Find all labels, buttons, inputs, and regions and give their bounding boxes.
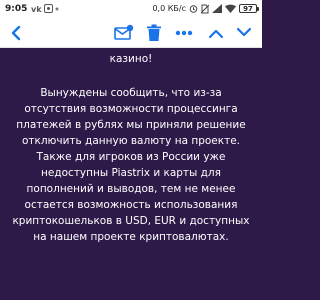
- prev-button[interactable]: [204, 21, 228, 45]
- vk-icon: vk: [31, 4, 42, 13]
- status-bar: 9:05 vk 0,0 КБ/с 97: [0, 0, 262, 17]
- status-right: 0,0 КБ/с 97: [152, 4, 259, 14]
- mark-unread-button[interactable]: [112, 21, 136, 45]
- next-button[interactable]: [232, 21, 256, 45]
- message-paragraph-top: казино!: [109, 53, 153, 65]
- mark-unread-icon: [114, 24, 134, 40]
- prev-icon: [208, 29, 224, 39]
- back-button[interactable]: [4, 21, 28, 45]
- notification-icon: [44, 4, 54, 13]
- delete-button[interactable]: [142, 21, 166, 45]
- signal-icon: [212, 4, 222, 13]
- back-icon: [11, 25, 21, 41]
- alarm-icon: [189, 4, 198, 13]
- message-body: казино! Вынуждены сообщить, что из-за от…: [0, 48, 262, 300]
- more-button[interactable]: [172, 21, 196, 45]
- battery-icon: 97: [239, 4, 259, 13]
- dot-icon: [55, 7, 59, 11]
- no-sim-icon: [201, 4, 209, 14]
- status-time: 9:05: [5, 3, 28, 14]
- wifi-icon: [225, 4, 236, 13]
- more-icon: [175, 30, 193, 36]
- message-paragraph-main: Вынуждены сообщить, что из-за отсутствия…: [12, 87, 250, 243]
- delete-icon: [147, 24, 161, 41]
- svg-text:vk: vk: [31, 5, 42, 13]
- next-icon: [236, 27, 252, 37]
- email-toolbar: [0, 17, 262, 48]
- network-speed: 0,0 КБ/с: [152, 4, 186, 13]
- battery-level: 97: [243, 4, 253, 13]
